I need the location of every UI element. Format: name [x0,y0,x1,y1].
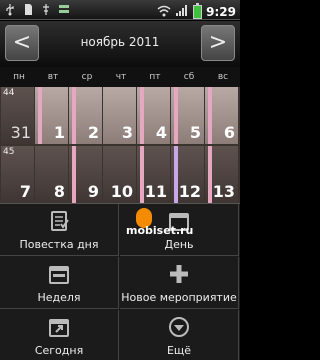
plus-icon [168,263,190,285]
menu-item-label: Сегодня [34,344,84,357]
day-number: 11 [144,182,167,201]
menu-item-label: Новое мероприятие [121,291,237,304]
menu-item-more[interactable]: Ещё [120,310,239,360]
day-number: 7 [19,182,31,201]
event-indicator [208,146,212,203]
event-indicator [140,87,144,144]
app-icon [58,3,70,16]
weekday-label: ср [81,72,93,82]
day-cell[interactable]: 5 [171,87,204,144]
day-number: 5 [189,123,201,142]
day-cell[interactable]: 13 [205,146,238,203]
month-header: < ноябрь 2011 > [0,21,240,67]
event-indicator [140,146,144,203]
menu-item-label: День [164,238,194,251]
clock: 9:29 [206,4,236,19]
day-cell[interactable]: 3 [103,87,136,144]
event-indicator [72,87,76,144]
day-number: 8 [53,182,65,201]
week-number: 45 [3,147,15,157]
day-number: 2 [87,123,99,142]
weekday-header: пн вт ср чт пт сб вс [0,67,240,87]
event-indicator [208,87,212,144]
day-cell[interactable]: 44 31 [1,87,34,144]
day-number: 6 [223,123,235,142]
menu-item-label: Неделя [37,291,81,304]
prev-month-button[interactable]: < [5,25,39,61]
event-indicator [174,87,178,144]
more-icon [168,316,190,338]
day-cell[interactable]: 11 [137,146,170,203]
day-number: 13 [212,182,235,201]
weekday-label: вт [47,72,59,82]
day-cell[interactable]: 9 [69,146,102,203]
weekday-label: чт [115,72,127,82]
day-cell[interactable]: 2 [69,87,102,144]
day-cell[interactable]: 12 [171,146,204,203]
week-icon [48,263,70,285]
signal-icon [175,2,189,21]
next-month-button[interactable]: > [201,25,235,61]
menu-item-today[interactable]: Сегодня [0,310,119,360]
day-number: 1 [53,123,65,142]
day-cell[interactable]: 8 [35,146,68,203]
status-bar: 9:29 [0,0,240,20]
day-cell[interactable]: 4 [137,87,170,144]
day-number: 31 [10,123,31,142]
month-grid: 44 31 1 2 3 4 5 6 45 7 8 9 10 11 12 13 [0,87,240,203]
day-number: 3 [121,123,133,142]
weekday-label: пн [13,72,25,82]
weekday-label: вс [217,72,229,82]
menu-item-label: Повестка дня [19,238,99,251]
weekday-label: сб [183,72,195,82]
menu-item-new-event[interactable]: Новое мероприятие [120,257,239,309]
week-row: 45 7 8 9 10 11 12 13 [0,146,240,203]
day-number: 9 [87,182,99,201]
week-number: 44 [3,88,15,98]
battery-icon [193,2,203,19]
usb-debug-icon [40,3,52,16]
day-number: 4 [155,123,167,142]
menu-item-week[interactable]: Неделя [0,257,119,309]
notification-icons [4,3,70,16]
day-number: 12 [178,182,201,201]
sd-card-icon [22,3,34,16]
day-cell[interactable]: 6 [205,87,238,144]
menu-item-label: Ещё [166,344,192,357]
agenda-icon [48,210,70,232]
menu-item-agenda[interactable]: Повестка дня [0,204,119,256]
event-indicator [174,146,178,203]
day-cell[interactable]: 10 [103,146,136,203]
day-number: 10 [110,182,133,201]
day-cell[interactable]: 1 [35,87,68,144]
options-menu: Повестка дня День Неделя Новое мероприят… [0,203,240,360]
wifi-icon [157,2,171,21]
week-row: 44 31 1 2 3 4 5 6 [0,87,240,144]
usb-icon [4,3,16,16]
watermark: mobiset.ru [126,224,194,237]
month-title: ноябрь 2011 [80,35,160,49]
event-indicator [72,146,76,203]
today-icon [48,316,70,338]
day-cell[interactable]: 45 7 [1,146,34,203]
event-indicator [38,87,42,144]
weekday-label: пт [149,72,161,82]
